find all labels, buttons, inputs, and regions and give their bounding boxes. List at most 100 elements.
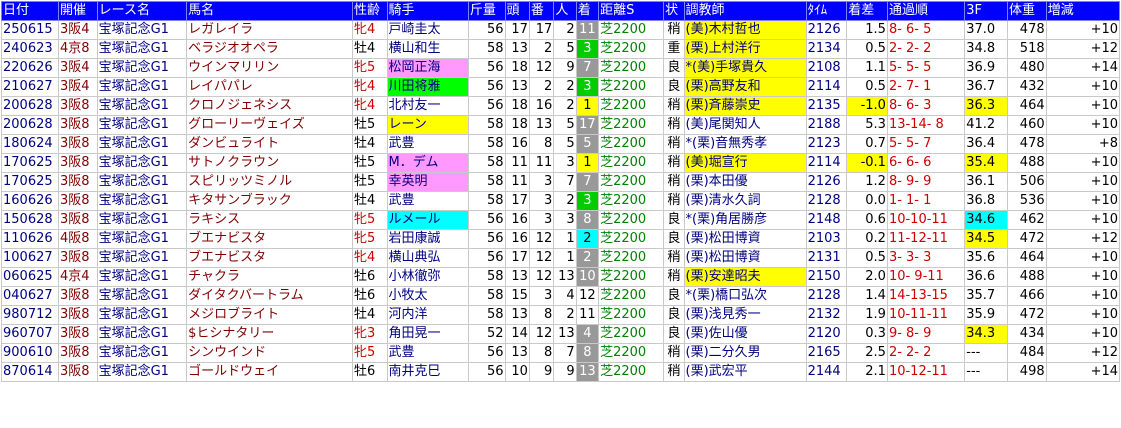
margin-cell: -0.1 [846, 153, 888, 173]
last-3f-cell: 36.6 [964, 267, 1008, 287]
sex-age-cell: 牡4 [351, 191, 388, 211]
table-row[interactable]: 900610 3阪8 宝塚記念G1 シンウインド 牝5 武豊 56 13 8 7 8 芝2200 稍 (栗… [1, 343, 1121, 363]
date-cell: 200628 [1, 96, 59, 116]
weight-carried-cell: 56 [467, 248, 506, 268]
jockey-cell: M．デム [386, 153, 469, 173]
post-number-cell: 8 [528, 343, 555, 363]
time-cell: 2134 [805, 39, 848, 59]
passing-order-cell: 10-10-11 [886, 210, 966, 230]
weight-carried-cell: 56 [467, 343, 506, 363]
table-row[interactable]: 100627 3阪8 宝塚記念G1 ブエナビスタ 牝4 横山典弘 56 17 12 1 2 芝2200… [1, 248, 1121, 268]
passing-order-cell: 10-11-11 [886, 305, 966, 325]
table-row[interactable]: 110626 4阪8 宝塚記念G1 ブエナビスタ 牝5 岩田康誠 56 16 12 1 2 芝2200… [1, 229, 1121, 249]
body-weight-cell: 484 [1006, 343, 1047, 363]
condition-cell: 良 [663, 77, 685, 97]
distance-cell: 芝2200 [598, 362, 665, 382]
table-row[interactable]: 060625 4京4 宝塚記念G1 チャクラ 牡6 小林徹弥 58 13 12 13 10 芝2200… [1, 267, 1121, 287]
table-row[interactable]: 180624 3阪8 宝塚記念G1 ダンビュライト 牡4 武豊 58 16 8 5 5 芝2200 稍 *… [1, 134, 1121, 154]
trainer-cell: (栗)浅見秀一 [683, 305, 807, 325]
distance-cell: 芝2200 [598, 20, 665, 40]
last-3f-cell: 34.6 [964, 210, 1008, 230]
sex-age-cell: 牝4 [351, 248, 388, 268]
field-size-cell: 16 [504, 229, 530, 249]
condition-cell: 稍 [663, 191, 685, 211]
body-weight-cell: 464 [1006, 248, 1047, 268]
table-row[interactable]: 160626 3阪8 宝塚記念G1 キタサンブラック 牡4 武豊 58 17 3 2 3 芝2200 稍… [1, 191, 1121, 211]
venue-cell: 3阪4 [57, 20, 98, 40]
jockey-cell: 武豊 [386, 134, 469, 154]
horse-name-cell: シンウインド [186, 343, 353, 363]
horse-name-cell: グローリーヴェイズ [186, 115, 353, 135]
table-row[interactable]: 040627 3阪8 宝塚記念G1 ダイタクバートラム 牡6 小牧太 58 15 3 4 12 芝22… [1, 286, 1121, 306]
horse-name-cell: スピリッツミノル [186, 172, 353, 192]
post-number-cell: 12 [528, 248, 555, 268]
post-number-cell: 12 [528, 324, 555, 344]
finish-cell: 12 [575, 286, 600, 306]
post-number-cell: 17 [528, 20, 555, 40]
table-row[interactable]: 980712 3阪8 宝塚記念G1 メジロブライト 牡4 河内洋 58 13 8 2 11 芝2200… [1, 305, 1121, 325]
body-weight-cell: 518 [1006, 39, 1047, 59]
condition-cell: 良 [663, 229, 685, 249]
race-name-cell: 宝塚記念G1 [96, 343, 188, 363]
weight-carried-cell: 58 [467, 172, 506, 192]
condition-cell: 稍 [663, 134, 685, 154]
weight-change-cell: +10 [1045, 115, 1121, 135]
header-last-3f: 3F [964, 1, 1008, 21]
race-name-cell: 宝塚記念G1 [96, 58, 188, 78]
body-weight-cell: 488 [1006, 153, 1047, 173]
condition-cell: 稍 [663, 115, 685, 135]
condition-cell: 稍 [663, 172, 685, 192]
weight-change-cell: +14 [1045, 362, 1121, 382]
venue-cell: 3阪8 [57, 210, 98, 230]
venue-cell: 3阪8 [57, 191, 98, 211]
finish-cell: 11 [575, 20, 600, 40]
finish-cell: 3 [575, 77, 600, 97]
distance-cell: 芝2200 [598, 134, 665, 154]
table-row[interactable]: 250615 3阪4 宝塚記念G1 レガレイラ 牝4 戸崎圭太 56 17 17 2 11 芝2200… [1, 20, 1121, 40]
popularity-cell: 2 [553, 20, 577, 40]
condition-cell: 良 [663, 286, 685, 306]
weight-change-cell: +12 [1045, 343, 1121, 363]
jockey-cell: レーン [386, 115, 469, 135]
table-row[interactable]: 170625 3阪8 宝塚記念G1 サトノクラウン 牡5 M．デム 58 11 11 3 1 芝220… [1, 153, 1121, 173]
condition-cell: 良 [663, 210, 685, 230]
time-cell: 2114 [805, 153, 848, 173]
popularity-cell: 7 [553, 343, 577, 363]
condition-cell: 稍 [663, 153, 685, 173]
weight-change-cell: +10 [1045, 191, 1121, 211]
table-row[interactable]: 960707 3阪8 宝塚記念G1 $ヒシナタリー 牝3 角田晃一 52 14 12 13 4 芝22… [1, 324, 1121, 344]
trainer-cell: (栗)二分久男 [683, 343, 807, 363]
time-cell: 2144 [805, 362, 848, 382]
popularity-cell: 13 [553, 324, 577, 344]
passing-order-cell: 5- 5- 7 [886, 134, 966, 154]
field-size-cell: 18 [504, 115, 530, 135]
distance-cell: 芝2200 [598, 96, 665, 116]
table-row[interactable]: 200628 3阪8 宝塚記念G1 グローリーヴェイズ 牡5 レーン 58 18 13 5 17 芝2… [1, 115, 1121, 135]
table-row[interactable]: 240623 4京8 宝塚記念G1 ベラジオオペラ 牡4 横山和生 58 13 2 5 3 芝2200… [1, 39, 1121, 59]
table-row[interactable]: 200628 3阪8 宝塚記念G1 クロノジェネシス 牝4 北村友一 56 18 16 2 1 芝22… [1, 96, 1121, 116]
field-size-cell: 16 [504, 134, 530, 154]
finish-cell: 5 [575, 134, 600, 154]
sex-age-cell: 牡5 [351, 115, 388, 135]
trainer-cell: (栗)松田博資 [683, 229, 807, 249]
trainer-cell: (栗)本田優 [683, 172, 807, 192]
last-3f-cell: 36.7 [964, 77, 1008, 97]
venue-cell: 3阪8 [57, 96, 98, 116]
popularity-cell: 5 [553, 134, 577, 154]
table-row[interactable]: 870614 3阪8 宝塚記念G1 ゴールドウェイ 牡6 南井克巳 56 10 9 9 13 芝220… [1, 362, 1121, 382]
table-row[interactable]: 220626 3阪4 宝塚記念G1 ウインマリリン 牝5 松岡正海 56 18 12 9 7 芝220… [1, 58, 1121, 78]
venue-cell: 3阪8 [57, 324, 98, 344]
body-weight-cell: 488 [1006, 267, 1047, 287]
margin-cell: 1.2 [846, 172, 888, 192]
weight-change-cell: +12 [1045, 39, 1121, 59]
table-row[interactable]: 210627 3阪4 宝塚記念G1 レイパパレ 牝4 川田将雅 56 13 2 2 3 芝2200 良(… [1, 77, 1121, 97]
time-cell: 2150 [805, 267, 848, 287]
finish-cell: 8 [575, 343, 600, 363]
distance-cell: 芝2200 [598, 248, 665, 268]
margin-cell: -1.0 [846, 96, 888, 116]
date-cell: 200628 [1, 115, 59, 135]
table-row[interactable]: 150628 3阪8 宝塚記念G1 ラキシス 牝5 ルメール 56 16 3 3 8 芝2200 良 *(… [1, 210, 1121, 230]
table-row[interactable]: 170625 3阪8 宝塚記念G1 スピリッツミノル 牡5 幸英明 58 11 3 7 7 芝2200… [1, 172, 1121, 192]
date-cell: 960707 [1, 324, 59, 344]
body-weight-cell: 506 [1006, 172, 1047, 192]
